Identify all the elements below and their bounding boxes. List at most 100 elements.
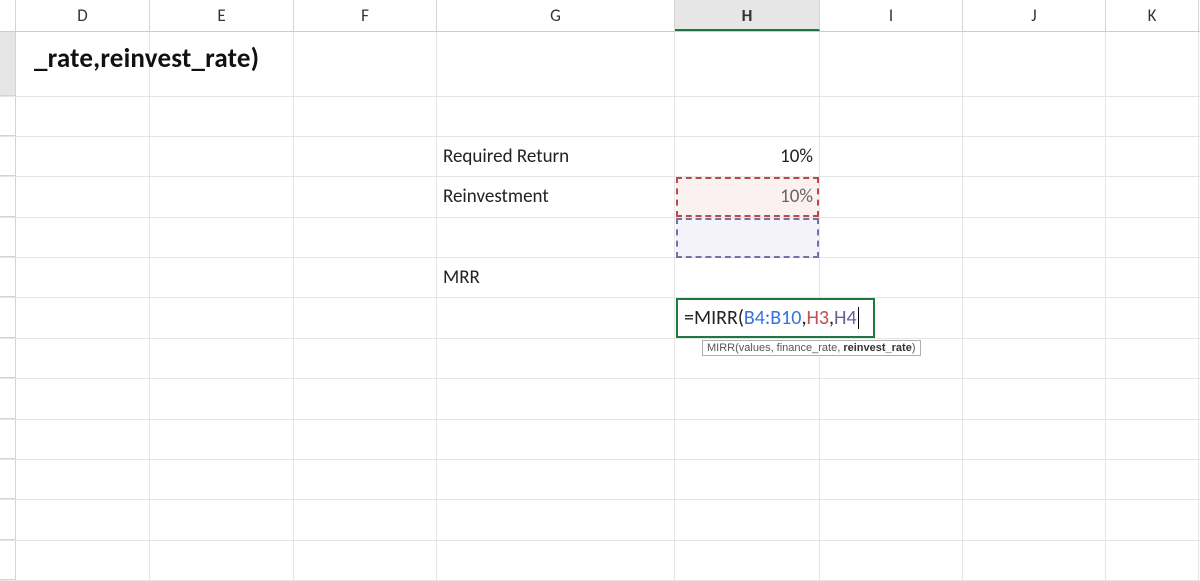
cell-D1[interactable]: _rate,reinvest_rate) [16, 32, 150, 96]
row-stub-2[interactable] [0, 97, 16, 136]
cell-J6[interactable] [963, 258, 1106, 297]
cell-I9[interactable] [820, 379, 963, 418]
cell-K12[interactable] [1106, 500, 1199, 539]
cell-E10[interactable] [150, 420, 294, 459]
cell-E8[interactable] [150, 339, 294, 378]
cell-K10[interactable] [1106, 420, 1199, 459]
row-stub-3[interactable] [0, 137, 16, 176]
row-stub-9[interactable] [0, 379, 16, 418]
cell-G4[interactable]: Reinvestment [437, 177, 675, 216]
row-stub-4[interactable] [0, 177, 16, 216]
cell-E2[interactable] [150, 97, 294, 136]
cell-G5[interactable] [437, 218, 675, 257]
col-header-I[interactable]: I [820, 0, 963, 31]
cell-D11[interactable] [16, 460, 150, 499]
cell-D7[interactable] [16, 298, 150, 337]
cell-H4[interactable]: 10% [675, 177, 820, 216]
col-header-F[interactable]: F [294, 0, 437, 31]
cell-F11[interactable] [294, 460, 437, 499]
cell-K11[interactable] [1106, 460, 1199, 499]
cell-H1[interactable] [675, 32, 820, 96]
cell-K8[interactable] [1106, 339, 1199, 378]
cell-K2[interactable] [1106, 97, 1199, 136]
cell-E4[interactable] [150, 177, 294, 216]
cell-G13[interactable] [437, 541, 675, 580]
cell-E5[interactable] [150, 218, 294, 257]
cell-K7[interactable] [1106, 298, 1199, 337]
cell-J5[interactable] [963, 218, 1106, 257]
cell-F8[interactable] [294, 339, 437, 378]
cell-I5[interactable] [820, 218, 963, 257]
cell-J4[interactable] [963, 177, 1106, 216]
row-stub-7[interactable] [0, 298, 16, 337]
cell-J3[interactable] [963, 137, 1106, 176]
cell-E3[interactable] [150, 137, 294, 176]
cell-G6[interactable]: MRR [437, 258, 675, 297]
cell-D10[interactable] [16, 420, 150, 459]
cell-F13[interactable] [294, 541, 437, 580]
cell-E13[interactable] [150, 541, 294, 580]
cell-J11[interactable] [963, 460, 1106, 499]
cell-G7[interactable] [437, 298, 675, 337]
cell-D2[interactable] [16, 97, 150, 136]
row-stub-8[interactable] [0, 339, 16, 378]
cell-G11[interactable] [437, 460, 675, 499]
col-header-H[interactable]: H [675, 0, 820, 31]
cell-D6[interactable] [16, 258, 150, 297]
cell-D12[interactable] [16, 500, 150, 539]
cell-K13[interactable] [1106, 541, 1199, 580]
cell-F10[interactable] [294, 420, 437, 459]
cell-I2[interactable] [820, 97, 963, 136]
cell-H12[interactable] [675, 500, 820, 539]
cell-D13[interactable] [16, 541, 150, 580]
cell-J9[interactable] [963, 379, 1106, 418]
cell-J10[interactable] [963, 420, 1106, 459]
cell-I12[interactable] [820, 500, 963, 539]
cell-J2[interactable] [963, 97, 1106, 136]
cell-H11[interactable] [675, 460, 820, 499]
cell-F12[interactable] [294, 500, 437, 539]
formula-tooltip[interactable]: MIRR(values, finance_rate, reinvest_rate… [702, 340, 921, 356]
cell-I4[interactable] [820, 177, 963, 216]
cell-G9[interactable] [437, 379, 675, 418]
cell-F7[interactable] [294, 298, 437, 337]
cell-K9[interactable] [1106, 379, 1199, 418]
cell-D9[interactable] [16, 379, 150, 418]
cell-H10[interactable] [675, 420, 820, 459]
row-stub-11[interactable] [0, 460, 16, 499]
row-stub-10[interactable] [0, 420, 16, 459]
cell-F2[interactable] [294, 97, 437, 136]
row-stub-6[interactable] [0, 258, 16, 297]
cell-H13[interactable] [675, 541, 820, 580]
col-header-D[interactable]: D [16, 0, 150, 31]
cell-J8[interactable] [963, 339, 1106, 378]
cell-K4[interactable] [1106, 177, 1199, 216]
cell-F5[interactable] [294, 218, 437, 257]
cell-K1[interactable] [1106, 32, 1199, 96]
cell-G3[interactable]: Required Return [437, 137, 675, 176]
cell-I6[interactable] [820, 258, 963, 297]
cell-H3[interactable]: 10% [675, 137, 820, 176]
row-stub-1[interactable] [0, 32, 16, 96]
cell-H5[interactable] [675, 218, 820, 257]
cell-G12[interactable] [437, 500, 675, 539]
cell-I11[interactable] [820, 460, 963, 499]
cell-E12[interactable] [150, 500, 294, 539]
cell-G2[interactable] [437, 97, 675, 136]
active-formula-cell[interactable]: = MIRR ( B4:B10 , H3 , H4 [676, 298, 875, 338]
cell-F1[interactable] [294, 32, 437, 96]
cell-F6[interactable] [294, 258, 437, 297]
cell-G1[interactable] [437, 32, 675, 96]
cell-I1[interactable] [820, 32, 963, 96]
col-header-K[interactable]: K [1106, 0, 1199, 31]
cell-D5[interactable] [16, 218, 150, 257]
cell-I13[interactable] [820, 541, 963, 580]
cell-I3[interactable] [820, 137, 963, 176]
cell-H9[interactable] [675, 379, 820, 418]
cell-F9[interactable] [294, 379, 437, 418]
row-stub-12[interactable] [0, 500, 16, 539]
cell-E6[interactable] [150, 258, 294, 297]
col-header-G[interactable]: G [437, 0, 675, 31]
row-stub-13[interactable] [0, 541, 16, 580]
row-stub-5[interactable] [0, 218, 16, 257]
